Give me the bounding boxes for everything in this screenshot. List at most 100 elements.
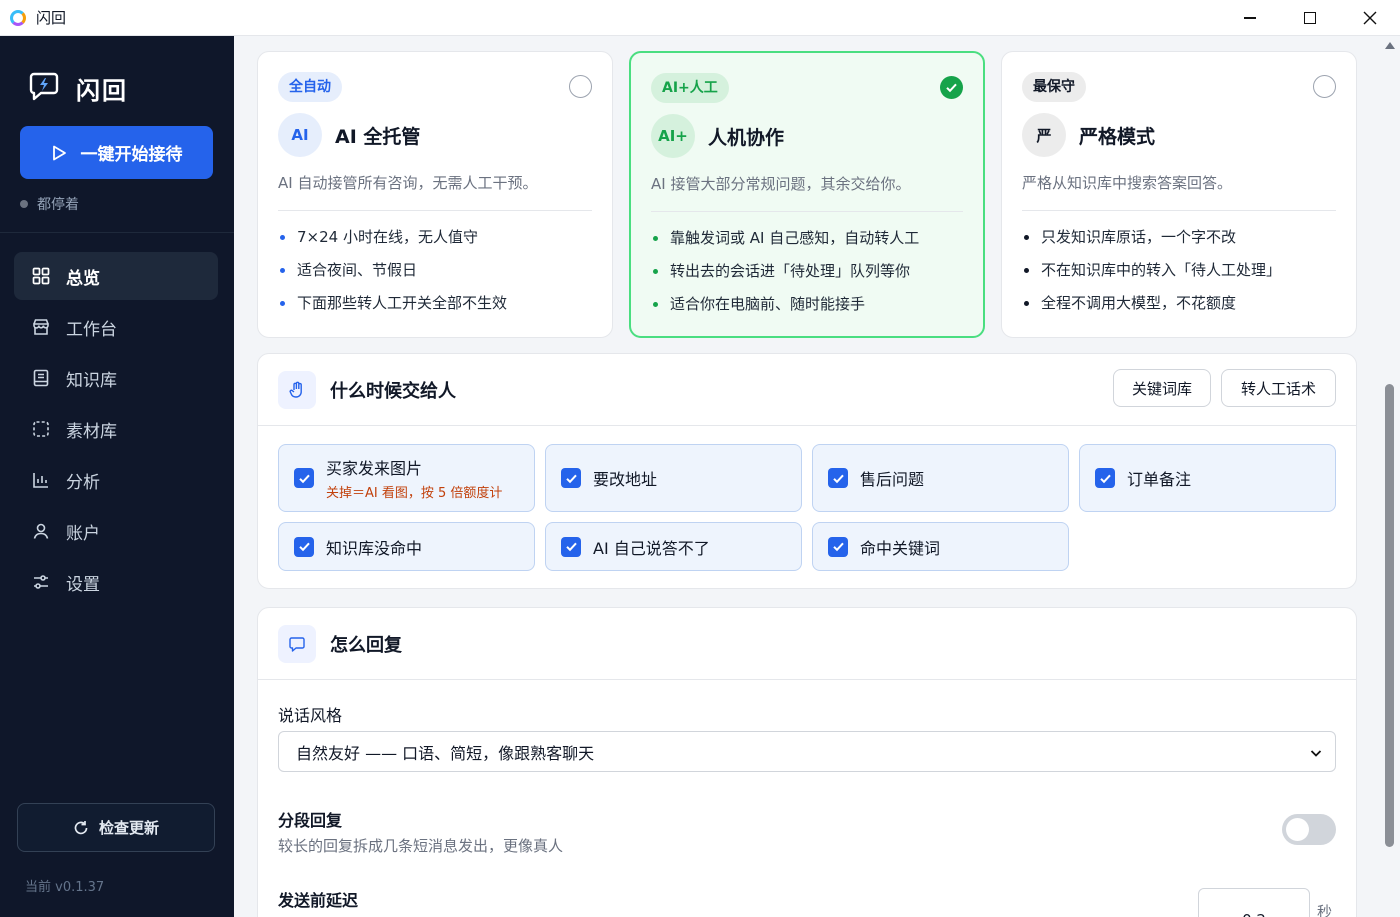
checkbox-checked[interactable]: [1095, 468, 1115, 488]
sidebar-item-overview[interactable]: 总览: [14, 252, 218, 300]
list-item: 全程不调用大模型，不花额度: [1022, 292, 1281, 325]
keyword-library-button[interactable]: 关键词库: [1113, 369, 1211, 407]
checkbox-checked[interactable]: [828, 468, 848, 488]
section-icon: [278, 624, 316, 663]
mode-divider: [278, 210, 592, 211]
mode-radio[interactable]: [1313, 75, 1336, 98]
option-keyword-hit[interactable]: 命中关键词: [812, 522, 1069, 571]
list-item: 7×24 小时在线，无人值守: [278, 226, 507, 259]
segment-reply-toggle[interactable]: [1282, 814, 1336, 845]
sidebar-item-label: 总览: [66, 268, 100, 289]
mode-avatar: AI+: [651, 114, 695, 158]
store-icon: [33, 319, 49, 335]
main-scrollbar[interactable]: [1380, 36, 1400, 917]
mode-card-full-auto[interactable]: 全自动 AI AI 全托管 AI 自动接管所有咨询，无需人工干预。 7×24 小…: [257, 51, 613, 338]
sidebar-item-analytics[interactable]: 分析: [14, 456, 218, 504]
version-text: 当前 v0.1.37: [25, 880, 105, 895]
checkbox-checked[interactable]: [294, 536, 314, 557]
brand: 闪回: [28, 70, 128, 106]
section-header: 怎么回复: [258, 608, 1356, 680]
scroll-up-icon[interactable]: [1385, 42, 1395, 49]
mode-radio[interactable]: [569, 75, 592, 98]
mode-card-strict[interactable]: 最保守 严 严格模式 严格从知识库中搜索答案回答。 只发知识库原话，一个字不改 …: [1001, 51, 1357, 338]
bar-chart-icon: [33, 473, 48, 488]
list-item: 下面那些转人工开关全部不生效: [278, 292, 507, 325]
option-knowledge-miss[interactable]: 知识库没命中: [278, 522, 535, 571]
option-change-address[interactable]: 要改地址: [545, 444, 802, 512]
option-label: 售后问题: [860, 470, 925, 489]
status-text: 都停着: [37, 197, 79, 213]
scrollbar-thumb[interactable]: [1385, 384, 1394, 847]
check-update-button[interactable]: 检查更新: [17, 803, 215, 852]
close-button[interactable]: [1340, 0, 1400, 36]
checkbox-checked[interactable]: [294, 468, 314, 488]
option-after-sales[interactable]: 售后问题: [812, 444, 1069, 512]
option-buyer-image[interactable]: 买家发来图片 关掉＝AI 看图，按 5 倍额度计: [278, 444, 535, 512]
status-dot: [20, 200, 28, 208]
sidebar-item-account[interactable]: 账户: [14, 507, 218, 555]
list-item: 不在知识库中的转入「待人工处理」: [1022, 259, 1281, 292]
send-delay-input[interactable]: 0.2: [1198, 888, 1310, 917]
option-order-note[interactable]: 订单备注: [1079, 444, 1336, 512]
style-select[interactable]: 自然友好 —— 口语、简短，像跟熟客聊天: [278, 731, 1336, 772]
handoff-script-button[interactable]: 转人工话术: [1221, 369, 1336, 407]
mode-avatar: 严: [1022, 113, 1066, 157]
mode-header: AI+ 人机协作: [651, 114, 784, 158]
window-title: 闪回: [36, 9, 67, 27]
chevron-down-icon: [1310, 750, 1322, 757]
sidebar-item-label: 分析: [66, 472, 100, 493]
mode-description: 严格从知识库中搜索答案回答。: [1022, 174, 1233, 192]
check-icon: [1099, 474, 1111, 483]
mode-title: 严格模式: [1079, 125, 1156, 148]
book-icon: [33, 369, 49, 387]
mode-description: AI 自动接管所有咨询，无需人工干预。: [278, 174, 538, 192]
section-title: 怎么回复: [330, 634, 402, 656]
option-ai-cannot-answer[interactable]: AI 自己说答不了: [545, 522, 802, 571]
checkbox-checked[interactable]: [828, 536, 848, 557]
list-item: 转出去的会话进「待处理」队列等你: [651, 260, 919, 293]
mode-card-hybrid[interactable]: AI+人工 AI+ 人机协作 AI 接管大部分常规问题，其余交给你。 靠触发词或…: [629, 51, 985, 338]
section-title: 什么时候交给人: [330, 380, 456, 402]
checkbox-checked[interactable]: [561, 468, 581, 488]
check-icon: [832, 474, 844, 483]
start-reception-button[interactable]: 一键开始接待: [20, 126, 213, 179]
service-status: 都停着: [20, 194, 79, 214]
option-text: 买家发来图片 关掉＝AI 看图，按 5 倍额度计: [314, 455, 502, 501]
check-icon: [565, 474, 577, 483]
style-label: 说话风格: [278, 706, 343, 725]
checkbox-checked[interactable]: [561, 536, 581, 557]
list-item: 适合你在电脑前、随时能接手: [651, 293, 919, 326]
style-select-value: 自然友好 —— 口语、简短，像跟熟客聊天: [296, 743, 595, 763]
dashed-square-icon: [33, 421, 49, 437]
check-icon: [298, 474, 310, 483]
sidebar-item-label: 账户: [66, 523, 100, 544]
mode-description: AI 接管大部分常规问题，其余交给你。: [651, 175, 911, 193]
mode-radio-checked[interactable]: [940, 76, 963, 99]
check-icon: [832, 542, 844, 552]
handoff-section: 什么时候交给人 关键词库 转人工话术 买家发来图片 关掉＝AI 看图，按 5 倍…: [257, 353, 1357, 589]
mode-divider: [651, 211, 963, 212]
check-update-label: 检查更新: [98, 819, 159, 837]
sidebar-item-knowledge-base[interactable]: 知识库: [14, 354, 218, 402]
sidebar-item-settings[interactable]: 设置: [14, 558, 218, 606]
option-label: 订单备注: [1127, 470, 1192, 489]
minimize-button[interactable]: [1220, 0, 1280, 36]
brand-name: 闪回: [76, 76, 128, 105]
option-label: 命中关键词: [860, 538, 941, 558]
mode-title: 人机协作: [708, 126, 785, 149]
toggle-knob: [1286, 818, 1309, 841]
mode-header: AI AI 全托管: [278, 113, 420, 157]
sidebar: 闪回 一键开始接待 都停着 总览 工作台 知识库 素材库 分析 账户 设置 检查…: [0, 36, 234, 917]
list-item: 只发知识库原话，一个字不改: [1022, 226, 1281, 259]
segment-reply-description: 较长的回复拆成几条短消息发出，更像真人: [278, 837, 564, 855]
mode-bullets: 只发知识库原话，一个字不改 不在知识库中的转入「待人工处理」 全程不调用大模型，…: [1022, 226, 1281, 325]
sidebar-nav: 总览 工作台 知识库 素材库 分析 账户 设置: [14, 252, 218, 609]
section-icon: [278, 370, 316, 409]
mode-header: 严 严格模式: [1022, 113, 1155, 157]
mode-bullets: 靠触发词或 AI 自己感知，自动转人工 转出去的会话进「待处理」队列等你 适合你…: [651, 227, 919, 326]
sidebar-item-workbench[interactable]: 工作台: [14, 303, 218, 351]
grid-icon: [32, 267, 50, 285]
sidebar-item-assets[interactable]: 素材库: [14, 405, 218, 453]
maximize-button[interactable]: [1280, 0, 1340, 36]
option-label: AI 自己说答不了: [593, 538, 710, 558]
